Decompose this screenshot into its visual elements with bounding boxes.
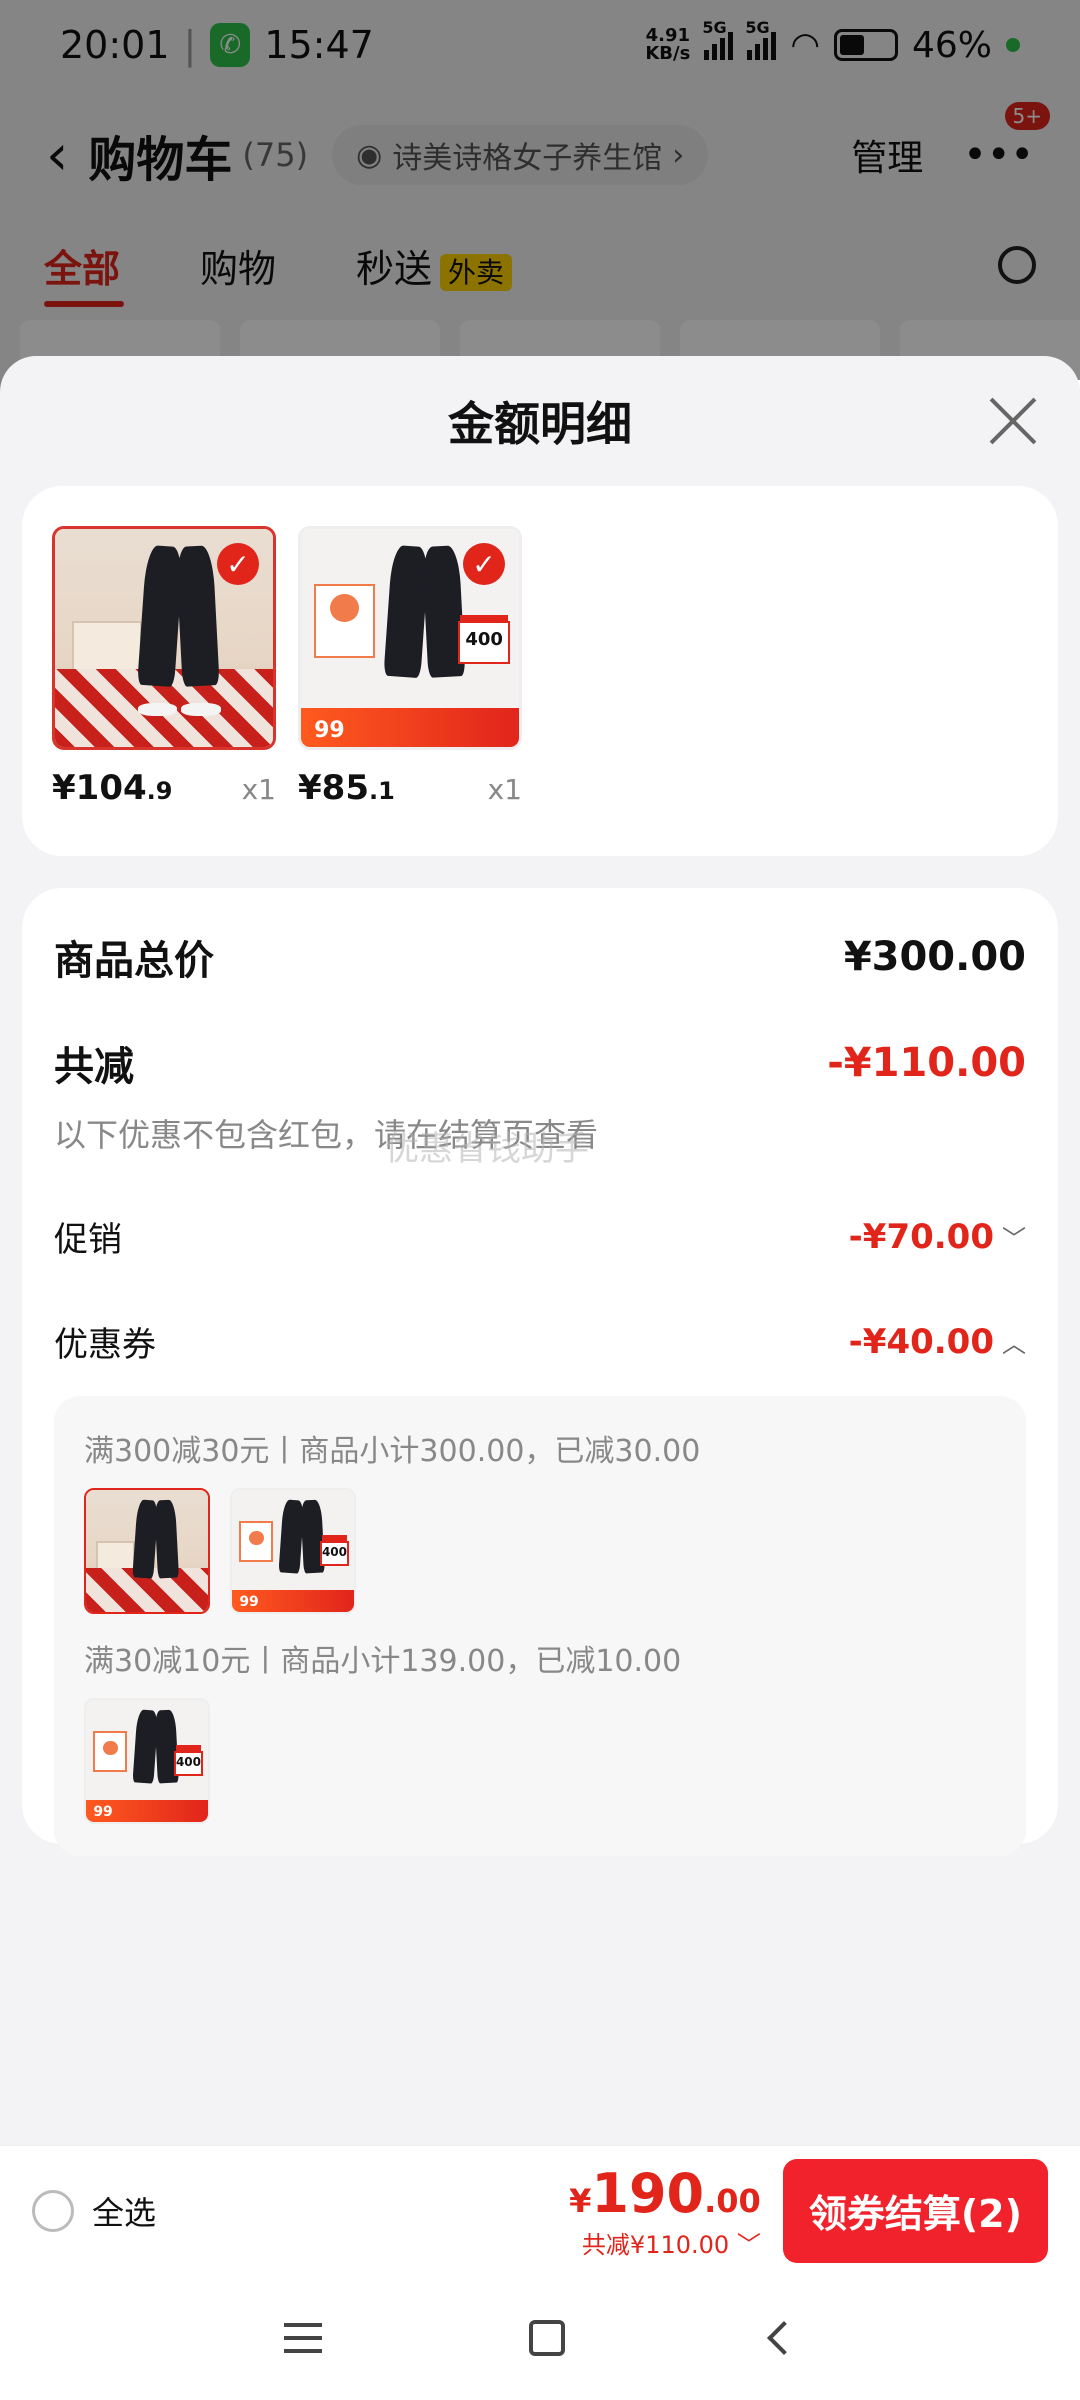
item-price: ¥85.1 bbox=[298, 768, 395, 808]
total-saved: 共减¥110.00 ﹀ bbox=[581, 2230, 761, 2259]
coupon-product-thumb: 400 99 bbox=[230, 1488, 356, 1614]
amount-detail-sheet: 金额明细 ✓ ¥104.9 x1 400 99 ✓ ¥85.1 x1 商品总价 … bbox=[0, 356, 1080, 2146]
coupon-detail-box: 满300减30元丨商品小计300.00，已减30.00 400 99 满30减10… bbox=[54, 1396, 1026, 1856]
watermark-text: 优惠省钱助手 bbox=[385, 1129, 589, 1169]
cart-item[interactable]: 400 99 ✓ ¥85.1 x1 bbox=[298, 526, 522, 816]
dim-overlay[interactable] bbox=[0, 0, 1080, 380]
cart-item[interactable]: ✓ ¥104.9 x1 bbox=[52, 526, 276, 816]
checkout-button[interactable]: 领券结算(2) bbox=[782, 2158, 1048, 2263]
total-price: ¥190.00 bbox=[569, 2161, 761, 2225]
price-detail-card: 商品总价 ¥300.00 共减 -¥110.00 以下优惠不包含红包，请在结算页… bbox=[22, 888, 1058, 1856]
coupon-product-thumb: 400 99 bbox=[84, 1698, 210, 1824]
chevron-down-icon: ﹀ bbox=[1002, 1225, 1026, 1253]
promo-row[interactable]: 促销 -¥70.00 ﹀ bbox=[54, 1212, 1026, 1261]
promo-box: 400 bbox=[457, 614, 511, 665]
chevron-up-icon: ︿ bbox=[1002, 1330, 1026, 1358]
reduce-value: -¥110.00 bbox=[827, 1040, 1026, 1086]
select-all-radio[interactable] bbox=[32, 2189, 74, 2232]
home-icon[interactable] bbox=[528, 2319, 565, 2356]
total-label: 商品总价 bbox=[54, 938, 214, 984]
select-all-label[interactable]: 全选 bbox=[92, 2188, 156, 2234]
product-image[interactable]: 400 99 ✓ bbox=[298, 526, 522, 750]
product-image[interactable]: ✓ bbox=[52, 526, 276, 750]
system-nav-bar bbox=[0, 2275, 1080, 2400]
reduce-label: 共减 bbox=[54, 1044, 134, 1090]
sheet-title: 金额明细 bbox=[448, 397, 632, 451]
close-icon[interactable] bbox=[986, 394, 1040, 448]
coupon-row[interactable]: 优惠券 -¥40.00 ︿ bbox=[54, 1317, 1026, 1366]
coupon-product-thumb bbox=[84, 1488, 210, 1614]
chevron-down-icon: ﹀ bbox=[736, 2230, 761, 2259]
item-quantity: x1 bbox=[241, 773, 276, 806]
selected-items-card: ✓ ¥104.9 x1 400 99 ✓ ¥85.1 x1 bbox=[22, 486, 1058, 856]
promo-price: 99 bbox=[314, 717, 345, 743]
checkout-bar: 全选 ¥190.00 共减¥110.00 ﹀ 领券结算(2) bbox=[0, 2145, 1080, 2275]
menu-icon[interactable] bbox=[283, 2322, 322, 2353]
total-value: ¥300.00 bbox=[843, 934, 1026, 980]
back-nav-icon[interactable] bbox=[767, 2320, 802, 2355]
item-price: ¥104.9 bbox=[52, 768, 173, 808]
checkmark-icon: ✓ bbox=[217, 543, 259, 585]
coupon-rule: 满300减30元丨商品小计300.00，已减30.00 bbox=[84, 1434, 701, 1469]
total-summary[interactable]: ¥190.00 共减¥110.00 ﹀ bbox=[569, 2162, 761, 2260]
coupon-label: 优惠券 bbox=[54, 1325, 156, 1365]
item-quantity: x1 bbox=[487, 773, 522, 806]
coupon-value: -¥40.00 bbox=[848, 1321, 994, 1362]
promo-label: 促销 bbox=[54, 1220, 122, 1260]
coupon-rule: 满30减10元丨商品小计139.00，已减10.00 bbox=[84, 1644, 682, 1679]
promo-value: -¥70.00 bbox=[848, 1216, 994, 1257]
checkmark-icon: ✓ bbox=[463, 543, 505, 585]
